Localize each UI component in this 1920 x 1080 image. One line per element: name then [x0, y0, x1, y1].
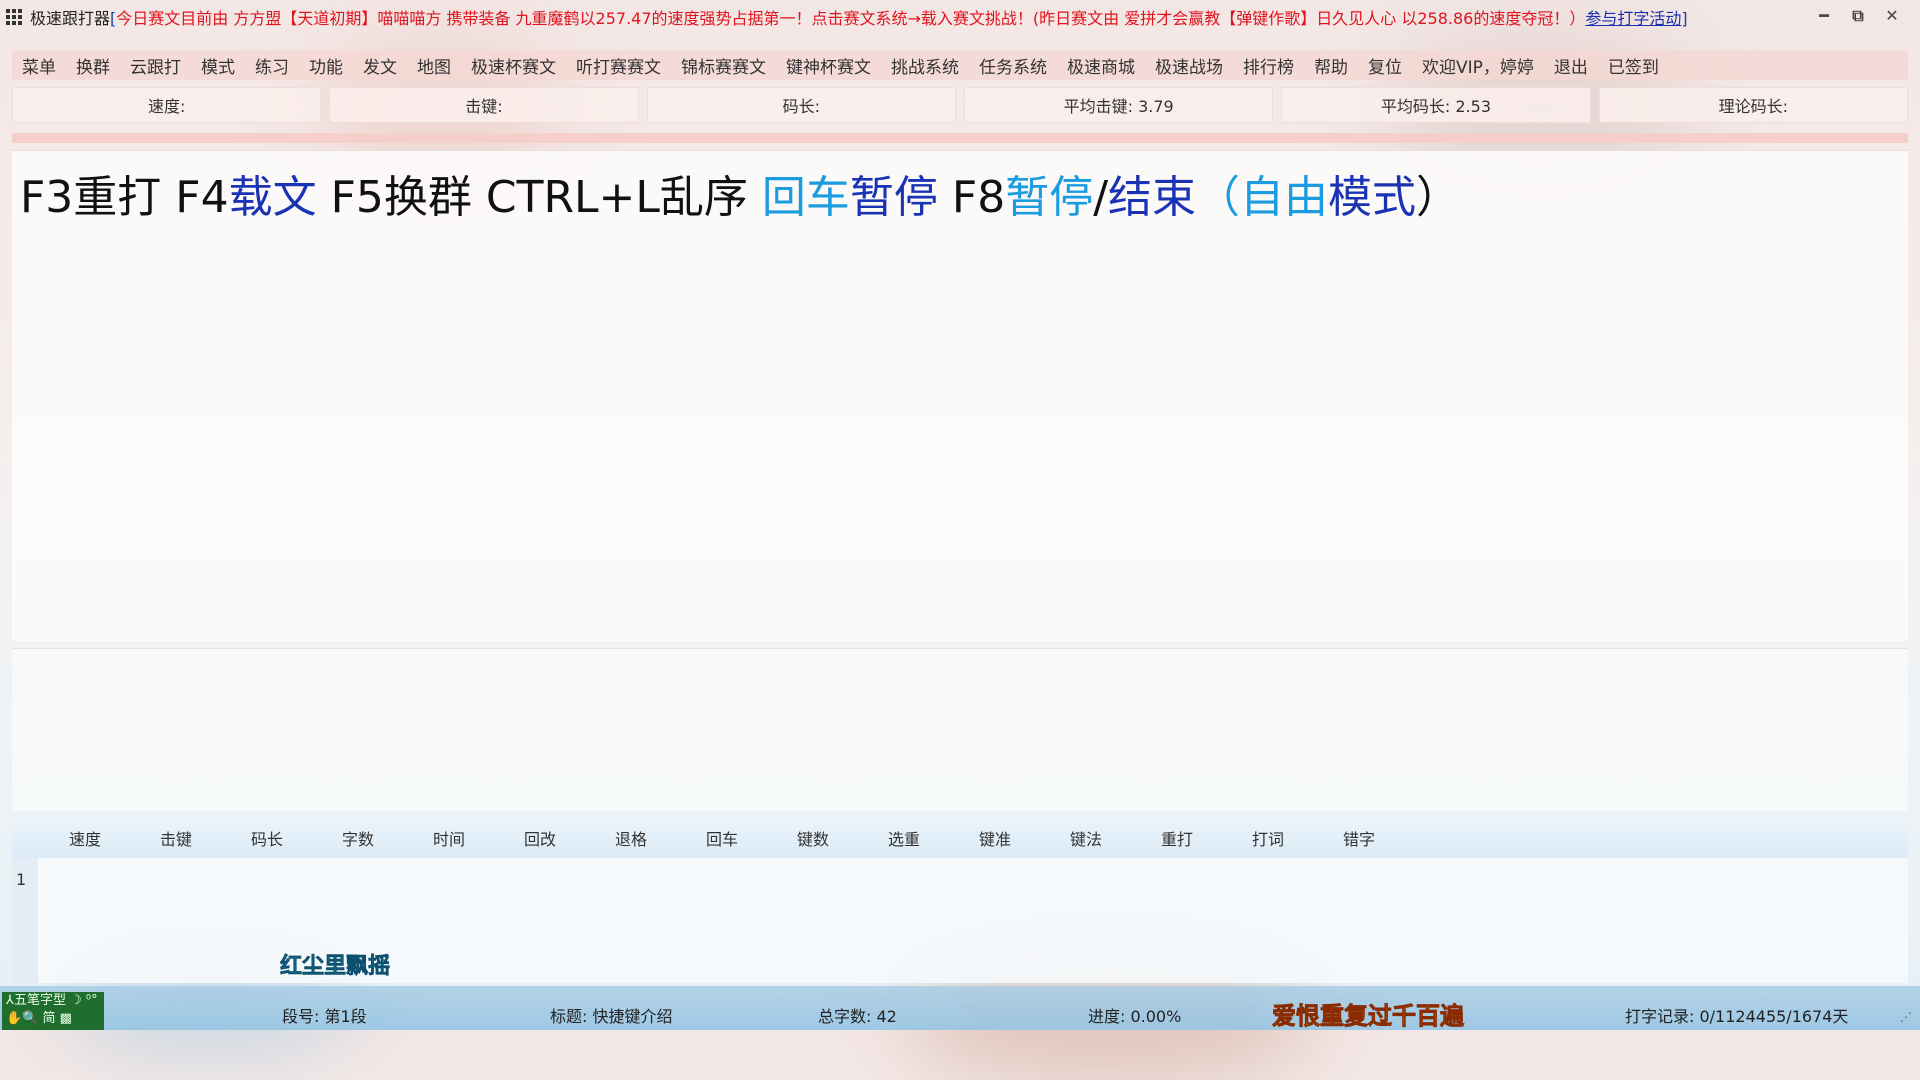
decorative-lyric-text: 红尘里飘摇 — [280, 954, 391, 980]
menu-bar: 菜单 换群 云跟打 模式 练习 功能 发文 地图 极速杯赛文 听打赛赛文 锦标赛赛文 键神杯赛文 挑战系… — [12, 50, 1908, 80]
menu-item-8[interactable]: 极速杯赛文 — [461, 53, 566, 78]
shortcut-prompt: F3重打 F4载文 F5换群 CTRL+L乱序 回车暂停 F8暂停/结束（自由模… — [20, 161, 1460, 225]
title-bar: 极速跟打器[今日赛文目前由 方方盟【天道初期】喵喵喵方 携带装备 九重魔鹤以25… — [0, 0, 1920, 34]
prompt-seg-3: F5换群 CTRL+L乱序 — [316, 172, 762, 223]
ime-mode-label: ⅄五笔字型 ☽ ⁰° — [6, 993, 98, 1008]
menu-item-15[interactable]: 极速战场 — [1145, 53, 1233, 78]
prompt-seg-9: 结束 — [1108, 172, 1197, 223]
ime-toolbar[interactable]: ⅄五笔字型 ☽ ⁰° ✋🔍 简 ▩ — [2, 992, 104, 1030]
window-controls: ━ ⧉ ✕ — [1814, 6, 1902, 26]
column-header-1: 击键 — [131, 826, 222, 850]
typing-record: 打字记录: 0/1124455/1674天 — [1625, 1007, 1849, 1026]
ime-tools: ✋🔍 简 ▩ — [6, 1011, 72, 1026]
progress-strip — [12, 133, 1908, 143]
resize-grip-icon[interactable]: ⋰ — [1900, 1010, 1912, 1024]
join-activity-link[interactable]: 参与打字活动 — [1585, 9, 1681, 28]
menu-item-13[interactable]: 任务系统 — [969, 53, 1057, 78]
avg-keystroke-stat: 平均击键: 3.79 — [963, 87, 1274, 123]
menu-item-9[interactable]: 听打赛赛文 — [566, 53, 671, 78]
prompt-seg-7: 暂停 — [1005, 172, 1094, 223]
prompt-seg-5: 暂停 — [849, 172, 938, 223]
column-header-11: 键法 — [1041, 826, 1132, 850]
row-number[interactable]: 1 — [16, 870, 26, 889]
slogan-text: 爱恨重复过千百遍 — [1272, 1002, 1465, 1031]
column-header-8: 键数 — [768, 826, 859, 850]
code-length-stat: 码长: — [646, 87, 956, 123]
menu-item-16[interactable]: 排行榜 — [1233, 53, 1304, 78]
prompt-seg-8: / — [1093, 172, 1109, 223]
theory-code-length-stat: 理论码长: — [1598, 87, 1908, 123]
prompt-seg-2: 载文 — [228, 172, 317, 223]
column-header-6: 退格 — [586, 826, 677, 850]
column-header-2: 码长 — [222, 826, 313, 850]
close-icon[interactable]: ✕ — [1882, 6, 1902, 26]
column-header-10: 键准 — [950, 826, 1041, 850]
prompt-seg-11: 自由 — [1240, 172, 1329, 223]
typing-input-area[interactable] — [12, 648, 1908, 811]
menu-item-18[interactable]: 复位 — [1358, 53, 1412, 78]
menu-item-20[interactable]: 退出 — [1544, 53, 1598, 78]
menu-item-2[interactable]: 云跟打 — [120, 53, 191, 78]
prompt-seg-10: （ — [1196, 172, 1241, 223]
window-title: 极速跟打器[今日赛文目前由 方方盟【天道初期】喵喵喵方 携带装备 九重魔鹤以25… — [30, 5, 1688, 29]
column-header-5: 回改 — [495, 826, 586, 850]
segment-number: 段号: 第1段 — [282, 1007, 367, 1026]
column-header-4: 时间 — [404, 826, 495, 850]
app-menu-icon[interactable] — [6, 9, 24, 25]
restore-icon[interactable]: ⧉ — [1848, 6, 1868, 26]
menu-item-1[interactable]: 换群 — [66, 53, 120, 78]
progress-text: 进度: 0.00% — [1088, 1007, 1182, 1026]
total-characters: 总字数: 42 — [818, 1007, 897, 1026]
menu-item-7[interactable]: 地图 — [407, 53, 461, 78]
keystroke-stat: 击键: — [329, 87, 639, 123]
menu-item-19[interactable]: 欢迎VIP，婷婷 — [1412, 53, 1544, 78]
column-header-12: 重打 — [1132, 826, 1223, 850]
menu-item-3[interactable]: 模式 — [191, 53, 245, 78]
menu-item-14[interactable]: 极速商城 — [1057, 53, 1145, 78]
stats-bar: 速度: 击键: 码长: 平均击键: 3.79 平均码长: 2.53 理论码长: — [12, 87, 1908, 123]
race-marquee-text: 今日赛文目前由 方方盟【天道初期】喵喵喵方 携带装备 九重魔鹤以257.47的速… — [116, 9, 1586, 28]
speed-stat: 速度: — [12, 87, 322, 123]
minimize-icon[interactable]: ━ — [1814, 6, 1834, 26]
menu-item-12[interactable]: 挑战系统 — [881, 53, 969, 78]
app-name: 极速跟打器 — [30, 9, 111, 28]
prompt-seg-4: 回车 — [761, 172, 850, 223]
prompt-seg-13: ） — [1416, 172, 1461, 223]
menu-item-5[interactable]: 功能 — [299, 53, 353, 78]
menu-item-4[interactable]: 练习 — [245, 53, 299, 78]
column-header-9: 选重 — [859, 826, 950, 850]
menu-item-6[interactable]: 发文 — [353, 53, 407, 78]
article-text-panel[interactable]: F3重打 F4载文 F5换群 CTRL+L乱序 回车暂停 F8暂停/结束（自由模… — [12, 150, 1908, 641]
menu-item-17[interactable]: 帮助 — [1304, 53, 1358, 78]
results-header-row: 速度 击键 码长 字数 时间 回改 退格 回车 键数 选重 键准 键法 重打 打词 错字 — [12, 818, 1908, 858]
column-header-14: 错字 — [1314, 826, 1405, 850]
menu-item-21[interactable]: 已签到 — [1598, 53, 1669, 78]
menu-item-0[interactable]: 菜单 — [12, 53, 66, 78]
column-header-0: 速度 — [40, 826, 131, 850]
prompt-seg-1: F3重打 F4 — [20, 172, 229, 223]
article-title: 标题: 快捷键介绍 — [550, 1007, 673, 1026]
menu-item-10[interactable]: 锦标赛赛文 — [671, 53, 776, 78]
column-header-7: 回车 — [677, 826, 768, 850]
header-corner — [12, 818, 40, 858]
prompt-seg-6: F8 — [937, 172, 1006, 223]
prompt-seg-12: 模式 — [1328, 172, 1417, 223]
column-header-3: 字数 — [313, 826, 404, 850]
menu-item-11[interactable]: 键神杯赛文 — [776, 53, 881, 78]
avg-code-length-stat: 平均码长: 2.53 — [1281, 87, 1591, 123]
title-bracket-close: ] — [1681, 9, 1688, 28]
column-header-13: 打词 — [1223, 826, 1314, 850]
